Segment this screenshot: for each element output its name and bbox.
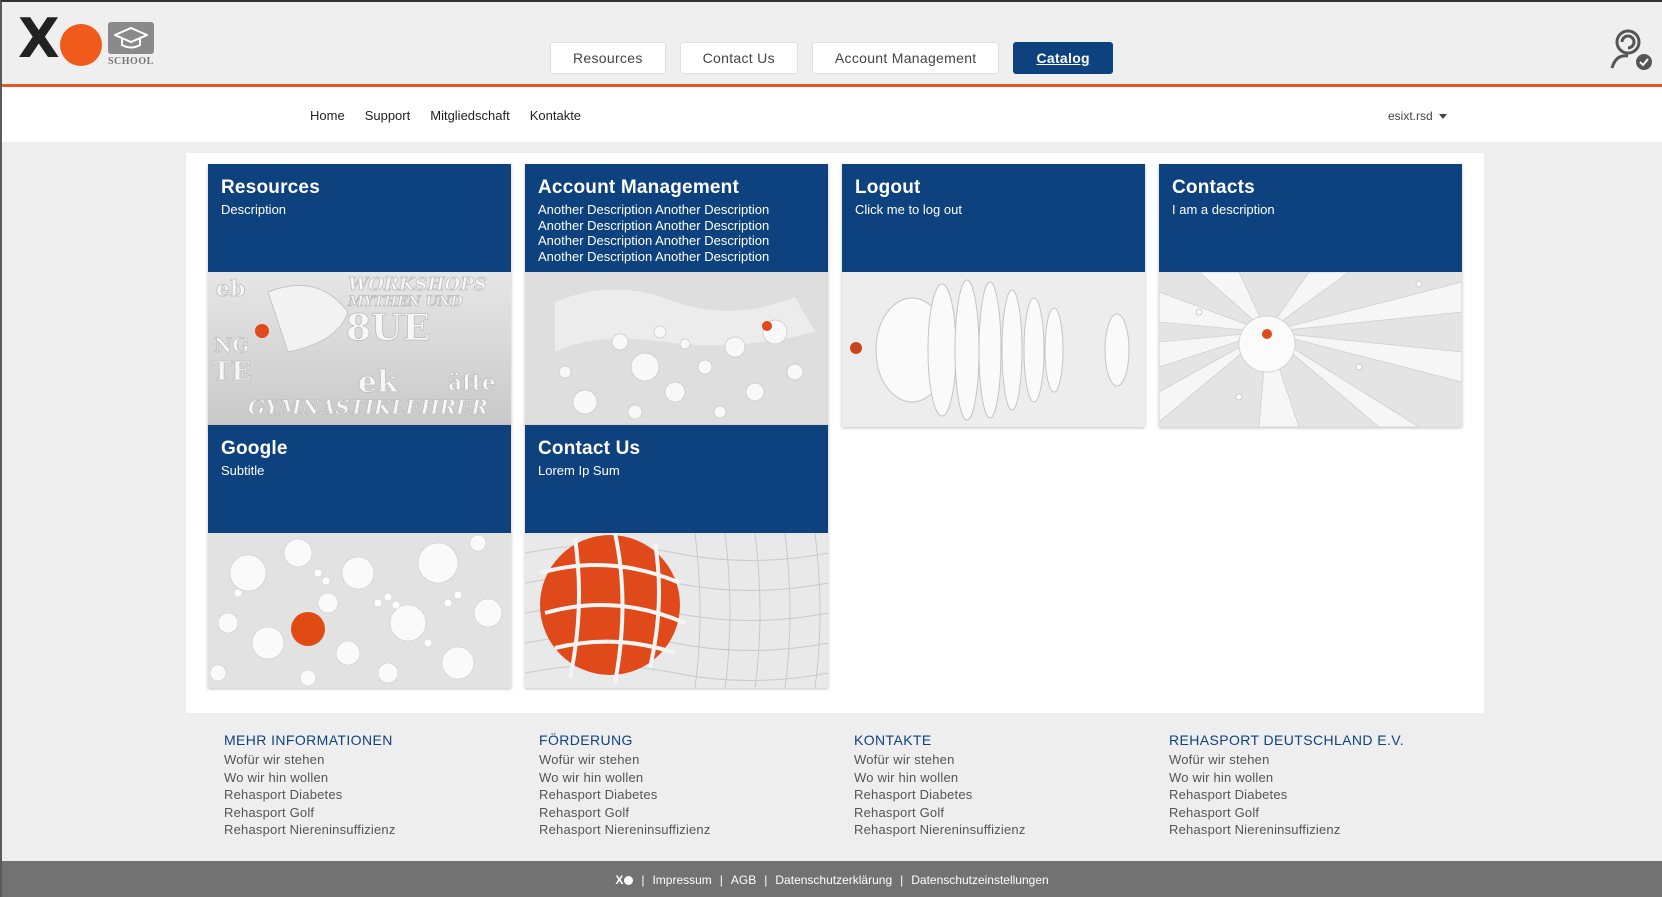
tile-resources[interactable]: Resources Description WORKSHOPS MYTHEN U…: [208, 164, 511, 427]
tile-description: Description: [221, 202, 287, 217]
tile-contact-us[interactable]: Contact Us Lorem Ip Sum: [525, 425, 828, 688]
tile-title: Contact Us: [538, 438, 641, 459]
footer-link[interactable]: Rehasport Diabetes: [854, 786, 1026, 804]
xo-small-logo[interactable]: X: [615, 873, 634, 887]
header: X SCHOOL Resources Contact Us Account Ma…: [2, 2, 1662, 86]
secondary-navigation: Home Support Mitgliedschaft Kontakte esi…: [2, 87, 1662, 142]
username-label: esixt.rsd: [1388, 109, 1433, 123]
tile-logout[interactable]: Logout Click me to log out: [842, 164, 1145, 427]
svg-text:NG: NG: [214, 333, 249, 357]
tile-image: [525, 272, 828, 427]
logo-school-text: SCHOOL: [108, 56, 154, 67]
tile-account-management[interactable]: Account Management Another Description A…: [525, 164, 828, 427]
footer-heading: MEHR INFORMATIONEN: [224, 732, 393, 748]
tile-title: Account Management: [538, 177, 740, 198]
footer-link[interactable]: Wo wir hin wollen: [1169, 769, 1404, 787]
footer-link[interactable]: Rehasport Niereninsuffizienz: [1169, 821, 1404, 839]
svg-text:GYMNASTIKLEHRER: GYMNASTIKLEHRER: [248, 395, 488, 419]
footer-column-foerderung: FÖRDERUNG Wofür wir stehen Wo wir hin wo…: [539, 732, 711, 839]
nav-catalog-button[interactable]: Catalog: [1013, 42, 1113, 74]
tile-image: [842, 272, 1145, 427]
svg-text:8UE: 8UE: [346, 307, 430, 349]
footer-link[interactable]: Wofür wir stehen: [854, 751, 1026, 769]
footer-link[interactable]: Wofür wir stehen: [1169, 751, 1404, 769]
tile-description: I am a description: [1172, 202, 1275, 217]
tile-image: [208, 533, 511, 688]
footer-heading: KONTAKTE: [854, 732, 932, 748]
graduation-cap-icon: [108, 22, 154, 54]
nav-resources-button[interactable]: Resources: [550, 42, 666, 74]
svg-text:WORKSHOPS: WORKSHOPS: [348, 274, 487, 295]
footer-heading: REHASPORT DEUTSCHLAND E.V.: [1169, 732, 1404, 748]
caret-down-icon: [1438, 113, 1447, 119]
footer-link[interactable]: Rehasport Golf: [854, 804, 1026, 822]
footer-link[interactable]: Wo wir hin wollen: [224, 769, 396, 787]
footer-link[interactable]: Rehasport Diabetes: [224, 786, 396, 804]
tile-description: Lorem Ip Sum: [538, 463, 620, 478]
footer-heading: FÖRDERUNG: [539, 732, 633, 748]
subnav-kontakte-link[interactable]: Kontakte: [530, 108, 581, 123]
footer-link[interactable]: Wo wir hin wollen: [539, 769, 711, 787]
footer-link[interactable]: Wofür wir stehen: [224, 751, 396, 769]
tile-image: [525, 533, 828, 688]
logo-orange-dot: [60, 24, 102, 66]
footer-column-rehasport-deutschland: REHASPORT DEUTSCHLAND E.V. Wofür wir ste…: [1169, 732, 1404, 839]
tile-title: Logout: [855, 177, 921, 198]
footer-link[interactable]: Rehasport Diabetes: [539, 786, 711, 804]
footer-column-mehr-informationen: MEHR INFORMATIONEN Wofür wir stehen Wo w…: [224, 732, 396, 839]
tile-image: WORKSHOPS MYTHEN UND 8UE NG TE ek äfte G…: [208, 272, 511, 427]
footer: MEHR INFORMATIONEN Wofür wir stehen Wo w…: [2, 720, 1662, 861]
svg-text:eb: eb: [216, 276, 245, 302]
tile-google[interactable]: Google Subtitle: [208, 425, 511, 688]
tile-description: Another Description Another Description …: [538, 202, 770, 264]
tile-image: [1159, 272, 1462, 427]
impressum-link[interactable]: Impressum: [652, 873, 711, 887]
tile-description: Subtitle: [221, 463, 265, 478]
logo-x-mark: X: [18, 7, 60, 70]
svg-text:äfte: äfte: [448, 370, 496, 396]
legal-bar: X | Impressum | AGB | Datenschutzerkläru…: [2, 861, 1662, 897]
datenschutzerklaerung-link[interactable]: Datenschutzerklärung: [775, 873, 892, 887]
subnav-home-link[interactable]: Home: [310, 108, 345, 123]
footer-column-kontakte: KONTAKTE Wofür wir stehen Wo wir hin wol…: [854, 732, 1026, 839]
tile-title: Google: [221, 438, 288, 459]
svg-text:TE: TE: [212, 357, 251, 387]
subnav-mitgliedschaft-link[interactable]: Mitgliedschaft: [430, 108, 509, 123]
nav-account-management-button[interactable]: Account Management: [811, 42, 1000, 74]
footer-link[interactable]: Rehasport Golf: [1169, 804, 1404, 822]
footer-link[interactable]: Rehasport Golf: [539, 804, 711, 822]
nav-contact-us-button[interactable]: Contact Us: [679, 42, 798, 74]
footer-link[interactable]: Rehasport Niereninsuffizienz: [224, 821, 396, 839]
footer-link[interactable]: Rehasport Golf: [224, 804, 396, 822]
agb-link[interactable]: AGB: [731, 873, 756, 887]
tile-contacts[interactable]: Contacts I am a description: [1159, 164, 1462, 427]
user-menu-dropdown[interactable]: esixt.rsd: [1388, 109, 1447, 123]
footer-link[interactable]: Rehasport Niereninsuffizienz: [854, 821, 1026, 839]
top-navigation: Resources Contact Us Account Management …: [550, 42, 1113, 74]
datenschutzeinstellungen-link[interactable]: Datenschutzeinstellungen: [911, 873, 1048, 887]
catalog-content: Resources Description WORKSHOPS MYTHEN U…: [186, 153, 1484, 713]
footer-link[interactable]: Wo wir hin wollen: [854, 769, 1026, 787]
tile-title: Resources: [221, 177, 320, 198]
subnav-support-link[interactable]: Support: [365, 108, 411, 123]
xo-school-logo[interactable]: X SCHOOL: [18, 12, 158, 68]
footer-link[interactable]: Wofür wir stehen: [539, 751, 711, 769]
footer-link[interactable]: Rehasport Diabetes: [1169, 786, 1404, 804]
tile-title: Contacts: [1172, 177, 1255, 198]
footer-link[interactable]: Rehasport Niereninsuffizienz: [539, 821, 711, 839]
tile-description: Click me to log out: [855, 202, 962, 217]
user-profile-icon[interactable]: [1606, 26, 1656, 72]
